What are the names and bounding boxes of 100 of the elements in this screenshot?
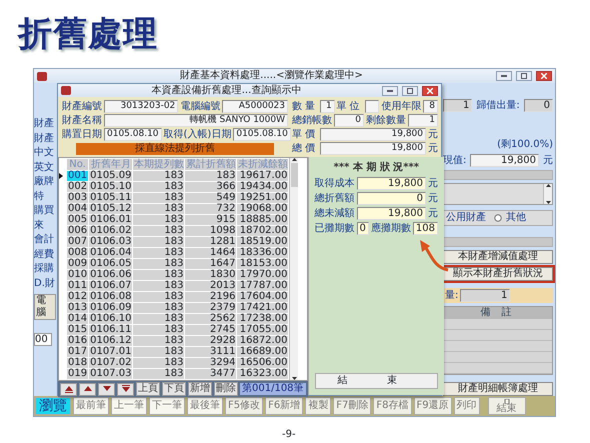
unit-label: 元 (428, 208, 438, 220)
field-label: 量: (445, 290, 458, 302)
period-field[interactable]: 0 (356, 222, 369, 235)
text-field[interactable]: 8 (423, 100, 438, 113)
action-button[interactable]: 顯示本財產折舊狀況 (443, 267, 553, 281)
amount-field[interactable]: 19,800 (356, 177, 426, 190)
grid-cell: 00 (34, 333, 52, 346)
table-cell: 0106.01 (88, 214, 133, 226)
minimize-button[interactable] (382, 86, 398, 96)
toolbar-button[interactable]: 瀏覽 (35, 397, 71, 415)
table-cell: 183 (132, 324, 185, 336)
field-label: 採購 (34, 262, 55, 276)
amount-field[interactable]: 19,800 (356, 207, 426, 220)
column-header: 累計折舊額 (184, 158, 237, 170)
column-header: 本期提列數 (132, 158, 185, 170)
text-field[interactable] (364, 100, 380, 113)
text-field[interactable]: 19,800 (320, 128, 426, 141)
next-record-button[interactable] (98, 382, 115, 396)
table-cell: 0106.12 (88, 336, 133, 346)
field-label: 財產 (34, 117, 55, 130)
scroll-up-icon (292, 158, 297, 161)
previous-record-button[interactable] (79, 382, 96, 396)
radio-label: 其他 (506, 212, 526, 224)
toolbar-button[interactable]: 列印 (454, 397, 480, 415)
toolbar-button[interactable]: 結束 (488, 397, 526, 415)
quantity-field[interactable]: 1 (460, 289, 510, 302)
maximize-button[interactable] (516, 71, 532, 81)
toolbar-button[interactable]: 下一筆 (149, 397, 185, 415)
text-field[interactable] (443, 170, 553, 180)
period-field[interactable]: 108 (412, 222, 438, 235)
table-cell: 17787.00 (236, 280, 289, 292)
close-dialog-button[interactable]: 結 束 (314, 373, 438, 389)
minimize-button[interactable] (496, 71, 512, 81)
action-button[interactable]: 本財產增減值處理 (443, 250, 553, 264)
count-field[interactable]: 1 (443, 99, 472, 112)
field-label: 財產編號 (62, 100, 102, 112)
text-field[interactable]: 0105.08.10 (104, 128, 162, 141)
last-record-button[interactable] (117, 382, 134, 396)
toolbar-button[interactable]: 最後筆 (187, 397, 223, 415)
table-cell: 017 (66, 346, 89, 358)
table-cell: 0105.09 (88, 170, 133, 182)
toolbar-button[interactable]: 複製 (305, 397, 332, 415)
field-label: 電腦編號 (180, 100, 220, 112)
close-button[interactable] (422, 86, 438, 96)
scroll-down-icon (546, 201, 550, 204)
field-label: 取得(入帳)日期 (164, 128, 232, 140)
maximize-button[interactable] (402, 86, 418, 96)
toolbar-button[interactable]: F8存檔 (373, 397, 412, 415)
table-cell: 011 (66, 280, 89, 292)
field-button[interactable]: 電腦 (34, 294, 56, 320)
toolbar-button[interactable]: 最前筆 (73, 397, 109, 415)
text-field[interactable]: 0 (334, 114, 364, 127)
text-field[interactable]: 3013203-02 (104, 100, 178, 113)
toolbar-button[interactable]: F9還原 (414, 397, 452, 415)
first-record-button[interactable] (60, 382, 77, 396)
minimize-icon (387, 90, 393, 92)
text-field[interactable]: 19,800 (320, 142, 426, 155)
table-cell: 183 (132, 226, 185, 236)
text-field[interactable]: 1 (408, 114, 438, 127)
scroll-thumb[interactable] (290, 163, 298, 187)
nav-button[interactable]: 刪除 (214, 382, 238, 396)
triangle-up-icon (82, 385, 92, 393)
table-cell: 0106.07 (88, 280, 133, 292)
table-cell: 0106.05 (88, 258, 133, 270)
scrollbar[interactable] (543, 184, 552, 204)
field-label: 現值: (443, 154, 466, 166)
table-cell: 0105.11 (88, 192, 133, 204)
nav-button[interactable]: 下頁 (162, 382, 186, 396)
count-field[interactable]: 0 (524, 99, 553, 112)
nav-button[interactable]: 新增 (188, 382, 212, 396)
amount-field[interactable]: 0 (356, 192, 426, 205)
ledger-button[interactable]: 財產明細帳簿處理 (443, 382, 553, 396)
value-field[interactable]: 19,800 (470, 154, 539, 167)
toolbar-button[interactable]: F7刪除 (333, 397, 372, 415)
scrollbar[interactable] (289, 158, 298, 380)
text-field[interactable] (443, 237, 553, 247)
field-label: 經費 (34, 248, 55, 261)
radio-icon[interactable] (494, 214, 502, 222)
page-title: 折舊處理 (18, 14, 158, 55)
text-field[interactable]: 0105.08.10 (233, 128, 291, 141)
bar-up-icon (64, 385, 74, 393)
table-cell: 183 (132, 302, 185, 314)
table-cell: 18336.00 (236, 248, 289, 258)
nav-button[interactable]: 上頁 (136, 382, 160, 396)
text-field[interactable]: A5000023 (222, 100, 288, 113)
toolbar-button[interactable]: F5修改 (225, 397, 264, 415)
close-button[interactable] (536, 71, 552, 81)
table-cell: 183 (132, 292, 185, 302)
radio-option[interactable]: 其他 (494, 212, 526, 224)
toolbar-button[interactable]: F6新增 (265, 397, 304, 415)
maximize-icon (521, 73, 527, 79)
field-label: 總銷帳數 (292, 114, 332, 126)
table-cell: 183 (132, 248, 185, 258)
table-cell: 1647 (184, 258, 237, 270)
field-label: 總折舊額 (314, 192, 355, 204)
field-label: 取得成本 (314, 178, 355, 190)
toolbar-button[interactable]: 上一筆 (111, 397, 147, 415)
text-field[interactable]: 1 (320, 100, 335, 113)
text-field[interactable]: 轉帆機 SANYO 1000W (104, 114, 288, 127)
field-label: 數量 (292, 100, 318, 112)
